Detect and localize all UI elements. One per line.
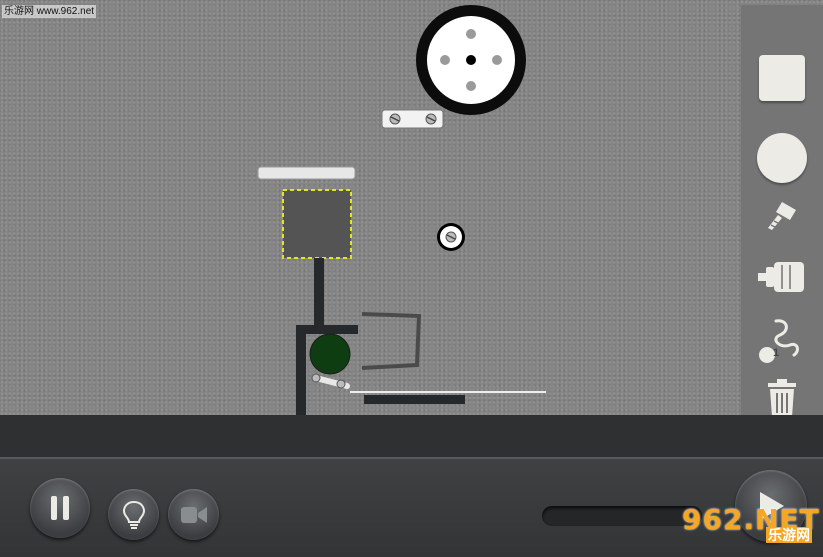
green-ball[interactable] xyxy=(309,333,351,375)
circle-icon xyxy=(757,133,807,183)
rope-count: 1 xyxy=(773,347,780,359)
trash-icon xyxy=(768,379,796,417)
wheel[interactable] xyxy=(416,5,526,115)
motor-tool[interactable] xyxy=(741,259,823,295)
progress-track xyxy=(542,506,702,526)
hint-button[interactable] xyxy=(108,489,159,540)
small-lever[interactable] xyxy=(311,373,350,389)
rope-tool[interactable]: 1 xyxy=(741,315,823,367)
pause-icon xyxy=(51,496,69,520)
pivot-bolt[interactable] xyxy=(437,223,465,251)
logo-sub-text: 乐游网 xyxy=(766,527,812,543)
rope-icon xyxy=(759,319,799,363)
pause-button[interactable] xyxy=(30,478,90,538)
bolted-plank[interactable] xyxy=(381,109,444,129)
ground xyxy=(0,415,823,457)
white-plank[interactable] xyxy=(257,166,356,180)
video-camera-icon xyxy=(180,506,207,523)
bolt-icon xyxy=(768,202,796,230)
site-logo: 962.NET 乐游网 xyxy=(682,503,822,553)
bolt-tool[interactable] xyxy=(741,200,823,232)
game-scene[interactable] xyxy=(0,0,741,415)
selected-box[interactable] xyxy=(282,189,352,259)
game-stage[interactable]: 乐游网 www.962.net xyxy=(0,0,823,415)
record-button[interactable] xyxy=(168,489,219,540)
box-tool[interactable] xyxy=(741,55,823,101)
delete-tool[interactable] xyxy=(741,379,823,417)
square-icon xyxy=(759,55,805,101)
ball-tool[interactable] xyxy=(741,133,823,183)
bracket-outline xyxy=(361,312,422,370)
tool-palette: 1 xyxy=(741,5,823,417)
motor-icon xyxy=(758,262,804,292)
lightbulb-icon xyxy=(122,500,145,529)
